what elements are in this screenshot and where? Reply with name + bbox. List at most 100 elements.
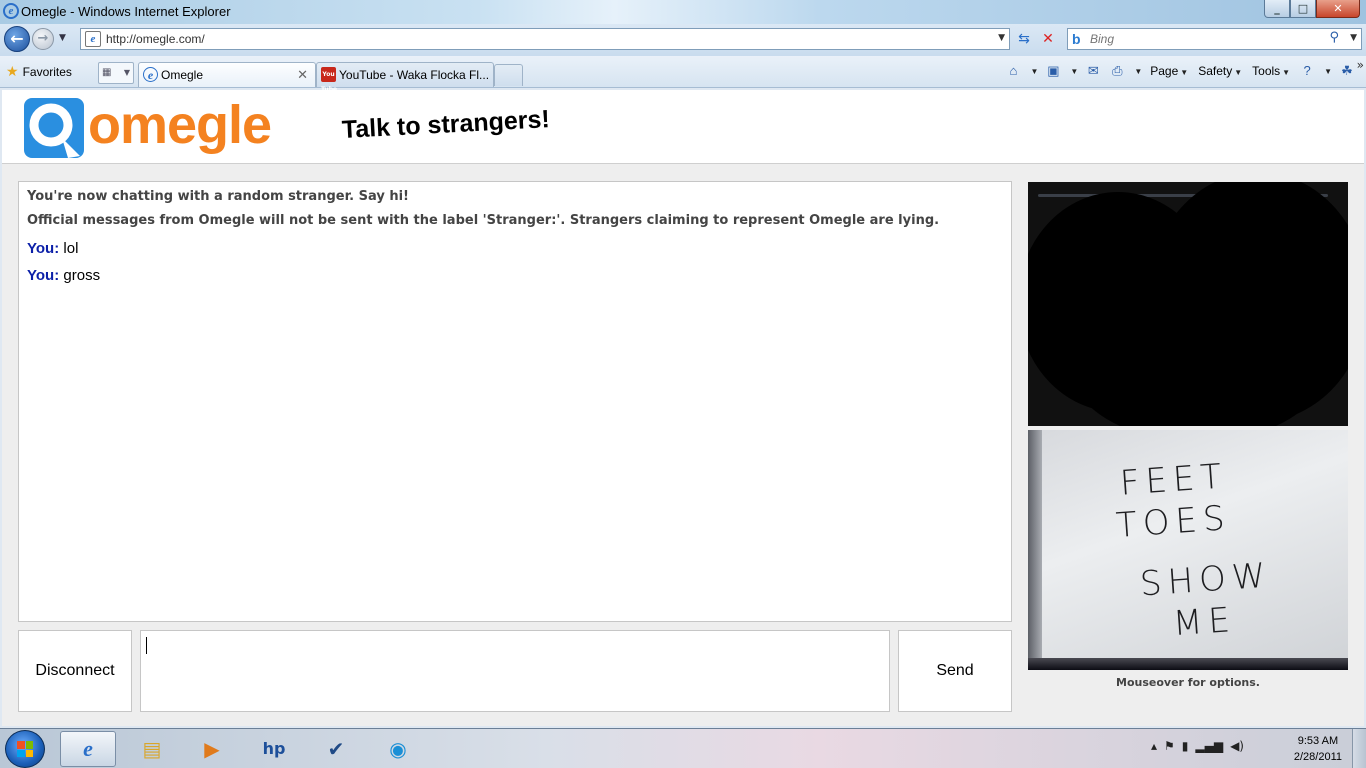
- volume-icon[interactable]: ◀): [1230, 739, 1244, 753]
- clock-time: 9:53 AM: [1297, 735, 1339, 747]
- search-options-dropdown-icon[interactable]: ▼: [1350, 33, 1357, 43]
- youtube-icon: You Tube: [321, 67, 337, 93]
- system-message: Official messages from Omegle will not b…: [27, 213, 940, 228]
- print-icon[interactable]: ⎙: [1108, 62, 1126, 80]
- home-dropdown-icon[interactable]: ▼: [1030, 67, 1038, 76]
- tab-and-command-bar: ★Favorites ▦▼ e Omegle ✕ You Tube YouTub…: [0, 56, 1366, 93]
- chat-log: You're now chatting with a random strang…: [18, 181, 1012, 622]
- action-center-flag-icon[interactable]: ⚑: [1164, 739, 1175, 753]
- logo-wordmark: omegle: [88, 95, 272, 155]
- omegle-logo[interactable]: omegle: [24, 95, 272, 158]
- message-text: gross: [63, 267, 101, 284]
- show-desktop-button[interactable]: [1352, 729, 1366, 768]
- search-input[interactable]: [1090, 31, 1320, 47]
- windows-logo-icon: [17, 741, 33, 757]
- search-icon[interactable]: ⚲: [1329, 30, 1339, 45]
- message-sender: You:: [27, 267, 60, 284]
- quick-tabs-button[interactable]: ▦ ▼: [98, 62, 134, 84]
- disconnect-button[interactable]: Disconnect: [18, 630, 132, 712]
- your-video[interactable]: FEET TOES SHOW ME: [1028, 430, 1348, 670]
- safety-menu[interactable]: Safety ▼: [1196, 64, 1244, 78]
- new-tab-button[interactable]: [494, 64, 523, 86]
- text-cursor: [146, 637, 147, 654]
- feeds-dropdown-icon[interactable]: ▼: [1070, 67, 1078, 76]
- page-favicon-icon: e: [85, 31, 101, 47]
- device-icon[interactable]: ▮: [1182, 739, 1189, 753]
- more-commands-icon[interactable]: »: [1357, 58, 1364, 72]
- clock-date: 2/28/2011: [1293, 751, 1342, 763]
- back-button[interactable]: ←: [4, 26, 30, 52]
- home-icon[interactable]: ⌂: [1004, 62, 1022, 80]
- page-menu-label: Page: [1150, 64, 1179, 78]
- show-hidden-icons-icon[interactable]: ▴: [1151, 739, 1157, 753]
- minimize-button[interactable]: _: [1264, 0, 1290, 18]
- stranger-video[interactable]: [1028, 182, 1348, 426]
- sign-text: ME: [1171, 599, 1238, 645]
- internet-explorer-icon: e: [3, 3, 19, 19]
- hp-icon[interactable]: hp: [246, 731, 302, 767]
- stop-icon[interactable]: ✕: [1038, 29, 1058, 49]
- system-message: You're now chatting with a random strang…: [27, 189, 409, 204]
- chevron-down-icon: ▼: [1282, 68, 1291, 77]
- page-menu[interactable]: Page ▼: [1148, 64, 1190, 78]
- favorites-button[interactable]: ★ Favorites: [6, 63, 72, 80]
- address-dropdown-icon[interactable]: ▼: [998, 33, 1005, 43]
- taskbar: e ▤ ▶ hp ✔ ◉ ▴ ⚑ ▮ ▂▄▆ ◀) 9:53 AM 2/28/2…: [0, 728, 1366, 768]
- recent-pages-dropdown-icon[interactable]: ▼: [59, 33, 66, 43]
- omegle-logo-icon: [24, 98, 84, 158]
- tab-label: Omegle: [161, 68, 204, 82]
- safety-menu-label: Safety: [1198, 64, 1233, 78]
- help-dropdown-icon[interactable]: ▼: [1324, 67, 1332, 76]
- web-page: omegle Talk to strangers! You're now cha…: [2, 90, 1364, 726]
- chevron-down-icon: ▼: [1180, 68, 1189, 77]
- quick-tabs-grid-icon: ▦: [102, 67, 112, 78]
- command-bar: ⌂ ▼ ▣ ▼ ✉ ⎙ ▼ Page ▼ Safety ▼ Tools ▼ ? ▼ ☘: [1004, 62, 1356, 80]
- bing-logo-icon: b: [1072, 31, 1081, 47]
- video-options-hint: Mouseover for options.: [1116, 676, 1260, 689]
- close-window-button[interactable]: ✕: [1316, 0, 1360, 18]
- tools-menu[interactable]: Tools ▼: [1250, 64, 1292, 78]
- window-title: Omegle - Windows Internet Explorer: [21, 4, 231, 19]
- address-url[interactable]: http://omegle.com/: [106, 32, 205, 46]
- sign-text: SHOW: [1138, 555, 1273, 605]
- send-button[interactable]: Send: [898, 630, 1012, 712]
- refresh-icon[interactable]: ⇆: [1014, 29, 1034, 49]
- windows-explorer-folder-icon[interactable]: ▤: [124, 731, 180, 767]
- favorites-star-icon: ★: [6, 63, 19, 79]
- tagline: Talk to strangers!: [341, 105, 551, 144]
- task-app-icon[interactable]: ✔: [308, 731, 364, 767]
- clock[interactable]: 9:53 AM 2/28/2011: [1294, 733, 1342, 765]
- search-box[interactable]: b ⚲ ▼: [1067, 28, 1362, 50]
- sign-text: TOES: [1114, 498, 1232, 546]
- message-text: lol: [63, 240, 79, 257]
- navigation-bar: ← → ▼ e http://omegle.com/ ▼ ⇆ ✕ b ⚲ ▼: [0, 24, 1366, 56]
- video-edge: [1028, 430, 1042, 670]
- site-header: omegle Talk to strangers!: [2, 90, 1364, 164]
- favorites-label: Favorites: [22, 65, 72, 79]
- internet-explorer-taskbar-icon[interactable]: e: [60, 731, 116, 767]
- start-button[interactable]: [5, 730, 45, 768]
- chevron-down-icon: ▼: [1234, 68, 1243, 77]
- maximize-button[interactable]: □: [1290, 0, 1316, 18]
- sphere-app-icon[interactable]: ◉: [370, 731, 426, 767]
- feeds-icon[interactable]: ▣: [1044, 62, 1062, 80]
- research-icon[interactable]: ☘: [1338, 62, 1356, 80]
- print-dropdown-icon[interactable]: ▼: [1134, 67, 1142, 76]
- system-tray: ▴ ⚑ ▮ ▂▄▆ ◀): [1151, 739, 1244, 753]
- tab-youtube[interactable]: You Tube YouTube - Waka Flocka Fl...: [316, 62, 494, 93]
- forward-button[interactable]: →: [32, 28, 54, 50]
- message-input[interactable]: [145, 635, 885, 707]
- address-bar[interactable]: e http://omegle.com/ ▼: [80, 28, 1010, 50]
- ie-page-icon: e: [143, 67, 158, 82]
- chat-message: You: lol: [27, 237, 1003, 260]
- tab-label: YouTube - Waka Flocka Fl...: [339, 68, 490, 82]
- network-signal-icon[interactable]: ▂▄▆: [1195, 739, 1223, 753]
- media-player-icon[interactable]: ▶: [184, 731, 240, 767]
- tab-omegle[interactable]: e Omegle ✕: [138, 62, 316, 87]
- tab-list-dropdown-icon[interactable]: ▼: [124, 63, 130, 83]
- tools-menu-label: Tools: [1252, 64, 1281, 78]
- read-mail-icon[interactable]: ✉: [1084, 62, 1102, 80]
- message-input-box[interactable]: [140, 630, 890, 712]
- close-tab-icon[interactable]: ✕: [297, 67, 308, 83]
- help-icon[interactable]: ?: [1298, 62, 1316, 80]
